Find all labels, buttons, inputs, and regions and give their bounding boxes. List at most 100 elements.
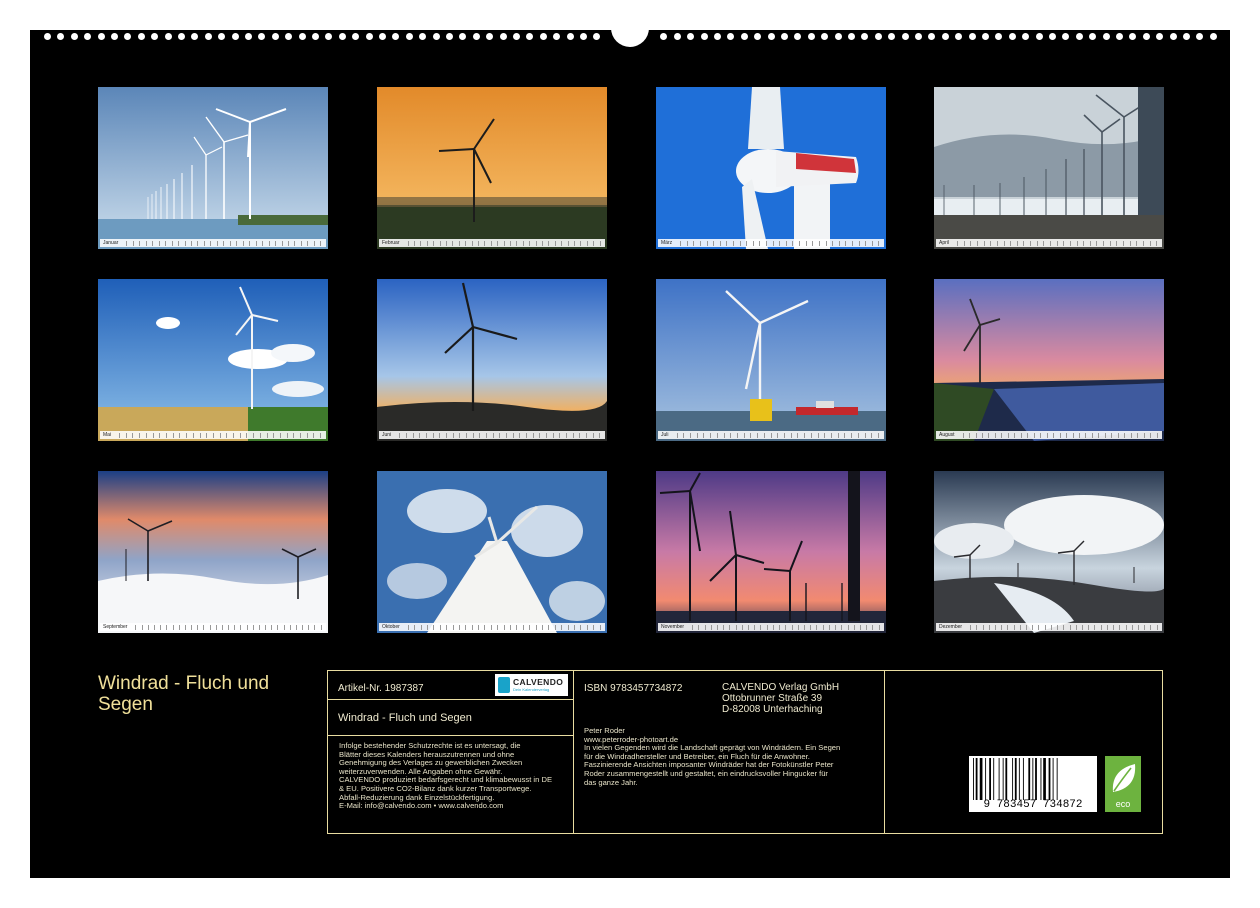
day-tick bbox=[295, 624, 301, 630]
day-tick bbox=[197, 240, 202, 246]
binding-hole bbox=[995, 33, 1003, 40]
day-tick bbox=[413, 240, 419, 246]
binding-hole bbox=[794, 33, 802, 40]
day-tick bbox=[1069, 240, 1076, 246]
day-tick bbox=[405, 432, 412, 438]
calvendo-logo-icon bbox=[498, 677, 510, 693]
day-tick bbox=[579, 432, 585, 438]
binding-hole bbox=[298, 33, 306, 40]
day-ticks bbox=[399, 432, 605, 438]
month-label: September bbox=[103, 624, 128, 630]
day-tick bbox=[135, 624, 140, 630]
day-tick bbox=[283, 624, 289, 630]
binding-hole bbox=[97, 33, 105, 40]
day-tick bbox=[1063, 240, 1069, 246]
day-tick bbox=[689, 432, 696, 438]
binding-hole bbox=[137, 33, 145, 40]
day-tick bbox=[1137, 624, 1143, 630]
day-tick bbox=[723, 624, 728, 630]
day-tick bbox=[1076, 240, 1083, 246]
binding-hole bbox=[553, 33, 561, 40]
day-tick bbox=[426, 240, 432, 246]
day-ticks bbox=[407, 624, 605, 630]
day-tick bbox=[1046, 432, 1052, 438]
day-tick bbox=[810, 432, 817, 438]
day-tick bbox=[825, 240, 832, 246]
day-tick bbox=[141, 624, 147, 630]
day-tick bbox=[281, 240, 287, 246]
day-tick bbox=[172, 624, 178, 630]
day-tick bbox=[433, 624, 438, 630]
day-tick bbox=[210, 240, 215, 246]
binding-hole bbox=[727, 33, 735, 40]
binding-hole bbox=[432, 33, 440, 40]
day-tick bbox=[716, 432, 723, 438]
day-tick bbox=[1056, 240, 1063, 246]
day-tick bbox=[969, 432, 974, 438]
day-tick bbox=[186, 432, 192, 438]
photo-twilight-silhouettes bbox=[656, 471, 886, 633]
barcode-bar bbox=[975, 758, 978, 800]
day-tick bbox=[797, 624, 803, 630]
day-ticks bbox=[676, 432, 884, 438]
date-strip: April bbox=[936, 239, 1162, 247]
day-tick bbox=[300, 240, 306, 246]
day-tick bbox=[1079, 432, 1084, 438]
day-tick bbox=[302, 624, 307, 630]
day-tick bbox=[479, 432, 485, 438]
day-tick bbox=[851, 240, 858, 246]
day-tick bbox=[723, 432, 730, 438]
day-tick bbox=[472, 432, 479, 438]
day-tick bbox=[599, 240, 605, 246]
day-tick bbox=[580, 624, 585, 630]
barcode-number: 9 783457 734872 bbox=[983, 799, 1083, 811]
binding-hole bbox=[178, 33, 185, 40]
month-label: Dezember bbox=[939, 624, 963, 630]
day-tick bbox=[696, 432, 703, 438]
binding-hole bbox=[124, 33, 132, 40]
binding-hole bbox=[539, 33, 547, 40]
binding-hole bbox=[245, 33, 252, 40]
binding-hole bbox=[44, 33, 51, 40]
day-tick bbox=[184, 624, 190, 630]
day-tick bbox=[1124, 432, 1129, 438]
day-tick bbox=[512, 432, 519, 438]
day-tick bbox=[497, 240, 502, 246]
day-tick bbox=[1156, 624, 1162, 630]
month-label: Oktober bbox=[382, 624, 400, 630]
day-tick bbox=[599, 432, 605, 438]
day-tick bbox=[412, 432, 419, 438]
day-tick bbox=[1123, 240, 1129, 246]
day-tick bbox=[258, 624, 264, 630]
month-label: August bbox=[939, 432, 955, 438]
binding-hole bbox=[1062, 33, 1070, 40]
barcode-bar bbox=[985, 758, 987, 800]
day-tick bbox=[1033, 432, 1039, 438]
day-tick bbox=[1069, 624, 1075, 630]
day-tick bbox=[593, 240, 598, 246]
day-tick bbox=[828, 624, 834, 630]
day-tick bbox=[1149, 240, 1156, 246]
photo-offshore-turbine-ship bbox=[656, 279, 886, 441]
binding-hole bbox=[325, 33, 333, 40]
day-tick bbox=[858, 240, 865, 246]
day-tick bbox=[957, 240, 963, 246]
month-label: Januar bbox=[103, 240, 119, 246]
day-tick bbox=[785, 240, 792, 246]
day-tick bbox=[994, 624, 1000, 630]
binding-hole bbox=[111, 33, 118, 40]
day-tick bbox=[779, 240, 785, 246]
day-tick bbox=[542, 240, 547, 246]
date-strip: März bbox=[658, 239, 884, 247]
legal-text: Infolge bestehender Schutzrechte ist es … bbox=[339, 741, 571, 811]
barcode-bar bbox=[1022, 758, 1024, 800]
date-strip: September bbox=[100, 623, 326, 631]
day-tick bbox=[289, 624, 295, 630]
day-tick bbox=[184, 240, 190, 246]
day-tick bbox=[465, 624, 470, 630]
date-strip: Dezember bbox=[936, 623, 1162, 631]
photo-sunset-turbine bbox=[377, 87, 607, 249]
day-tick bbox=[419, 432, 425, 438]
binding-hole bbox=[419, 33, 427, 40]
day-tick bbox=[857, 432, 864, 438]
